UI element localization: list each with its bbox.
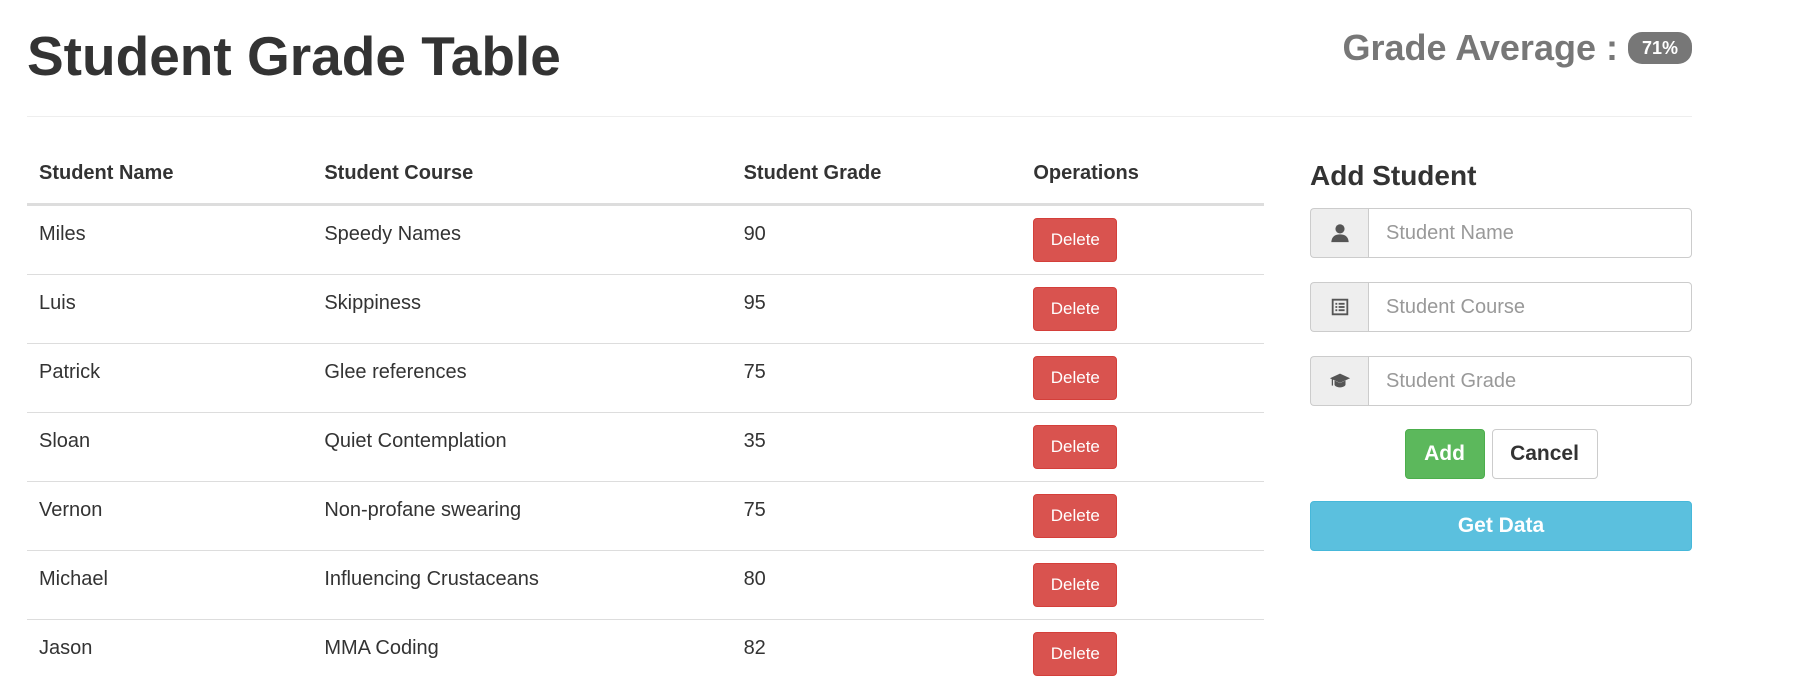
table-row: Miles Speedy Names 90 Delete: [27, 204, 1264, 275]
table-body: Miles Speedy Names 90 Delete Luis Skippi…: [27, 204, 1264, 684]
student-grade-text: 75: [743, 499, 766, 521]
add-button[interactable]: Add: [1404, 429, 1485, 479]
student-grade-table: Student Name Student Course Student Grad…: [27, 143, 1264, 684]
student-course-group: [1310, 282, 1692, 332]
student-grade-text: 95: [743, 292, 766, 314]
student-course-text: Glee references: [324, 361, 467, 383]
cell-student-course: Glee references: [312, 343, 732, 413]
cell-operations: Delete: [1021, 204, 1264, 275]
student-name-text: Vernon: [39, 499, 103, 521]
cell-student-grade: 80: [731, 550, 1022, 620]
delete-button[interactable]: Delete: [1033, 632, 1118, 676]
delete-button[interactable]: Delete: [1033, 218, 1118, 262]
cell-student-course: MMA Coding: [312, 620, 731, 684]
table-row: Luis Skippiness 95 Delete: [27, 274, 1264, 344]
page: Student Grade Table Grade Average : 71% …: [0, 0, 1808, 684]
student-name-text: Miles: [39, 223, 86, 245]
cell-student-grade: 82: [732, 620, 1022, 684]
header-divider: [27, 116, 1692, 117]
student-course-text: Non-profane swearing: [324, 499, 522, 521]
student-course-text: Influencing Crustaceans: [324, 568, 539, 590]
student-grade-text: 82: [743, 637, 766, 659]
add-student-title: Add Student: [1310, 160, 1477, 191]
cell-student-grade: 95: [731, 274, 1022, 344]
table-header: Student Name Student Course Student Grad…: [27, 143, 1264, 206]
cell-operations: Delete: [1021, 412, 1264, 482]
cell-operations: Delete: [1021, 481, 1264, 551]
cancel-button[interactable]: Cancel: [1491, 429, 1598, 479]
cell-student-course: Influencing Crustaceans: [312, 550, 732, 620]
student-grade-group: [1310, 356, 1692, 406]
cell-student-course: Quiet Contemplation: [312, 412, 732, 482]
delete-button[interactable]: Delete: [1033, 356, 1118, 400]
form-actions: Add Cancel: [1310, 429, 1692, 479]
student-course-text: Skippiness: [324, 292, 422, 314]
student-name-input[interactable]: [1368, 208, 1692, 258]
column-header-student-name: Student Name: [27, 143, 313, 206]
cell-student-name: Patrick: [27, 343, 313, 413]
cell-student-course: Speedy Names: [312, 204, 732, 275]
cell-student-grade: 75: [731, 343, 1022, 413]
cell-student-course: Skippiness: [312, 274, 732, 344]
student-course-text: Quiet Contemplation: [324, 430, 507, 452]
table-header-row: Student Name Student Course Student Grad…: [27, 143, 1264, 206]
delete-button[interactable]: Delete: [1033, 563, 1118, 607]
student-name-text: Jason: [39, 637, 93, 659]
cell-student-name: Sloan: [27, 412, 313, 482]
cell-student-name: Vernon: [27, 481, 313, 551]
cell-student-name: Michael: [27, 550, 313, 620]
cell-operations: Delete: [1021, 274, 1264, 344]
column-header-student-course: Student Course: [312, 143, 732, 206]
add-student-panel: Add Student Add Cancel Get Data: [1310, 150, 1692, 551]
list-alt-icon: [1310, 282, 1368, 332]
student-grade-text: 75: [743, 361, 766, 383]
user-icon: [1310, 208, 1368, 258]
student-grade-text: 90: [743, 223, 766, 245]
delete-button[interactable]: Delete: [1033, 287, 1118, 331]
student-course-input[interactable]: [1368, 282, 1692, 332]
get-data-button[interactable]: Get Data: [1310, 501, 1692, 551]
student-name-text: Michael: [39, 568, 108, 590]
cell-student-name: Jason: [27, 620, 312, 684]
cell-student-course: Non-profane swearing: [312, 481, 732, 551]
column-header-operations: Operations: [1021, 143, 1264, 206]
cell-student-grade: 75: [731, 481, 1022, 551]
column-header-student-grade: Student Grade: [731, 143, 1022, 206]
cell-student-grade: 90: [731, 204, 1022, 275]
student-grade-text: 35: [743, 430, 766, 452]
student-name-text: Patrick: [39, 361, 101, 383]
cell-operations: Delete: [1021, 550, 1264, 620]
student-name-group: [1310, 208, 1692, 258]
grade-average: Grade Average : 71%: [1343, 24, 1692, 72]
table-row: Sloan Quiet Contemplation 35 Delete: [27, 412, 1264, 482]
grade-average-label: Grade Average :: [1342, 27, 1618, 68]
student-course-text: Speedy Names: [324, 223, 462, 245]
cell-student-name: Miles: [27, 204, 313, 275]
cell-operations: Delete: [1021, 343, 1264, 413]
page-title: Student Grade Table: [27, 25, 561, 87]
table-row: Michael Influencing Crustaceans 80 Delet…: [27, 550, 1264, 620]
cell-operations: Delete: [1021, 620, 1264, 684]
table-row: Vernon Non-profane swearing 75 Delete: [27, 481, 1264, 551]
table-row: Patrick Glee references 75 Delete: [27, 343, 1264, 413]
graduation-cap-icon: [1310, 356, 1368, 406]
student-name-text: Sloan: [39, 430, 91, 452]
student-course-text: MMA Coding: [324, 637, 439, 659]
student-grade-text: 80: [743, 568, 766, 590]
cell-student-name: Luis: [27, 274, 313, 344]
student-grade-input[interactable]: [1368, 356, 1692, 406]
cell-student-grade: 35: [731, 412, 1022, 482]
student-name-text: Luis: [39, 292, 76, 314]
table-row: Jason MMA Coding 82 Delete: [27, 620, 1264, 684]
grade-average-badge: 71%: [1627, 32, 1692, 64]
delete-button[interactable]: Delete: [1033, 425, 1118, 469]
delete-button[interactable]: Delete: [1033, 494, 1118, 538]
